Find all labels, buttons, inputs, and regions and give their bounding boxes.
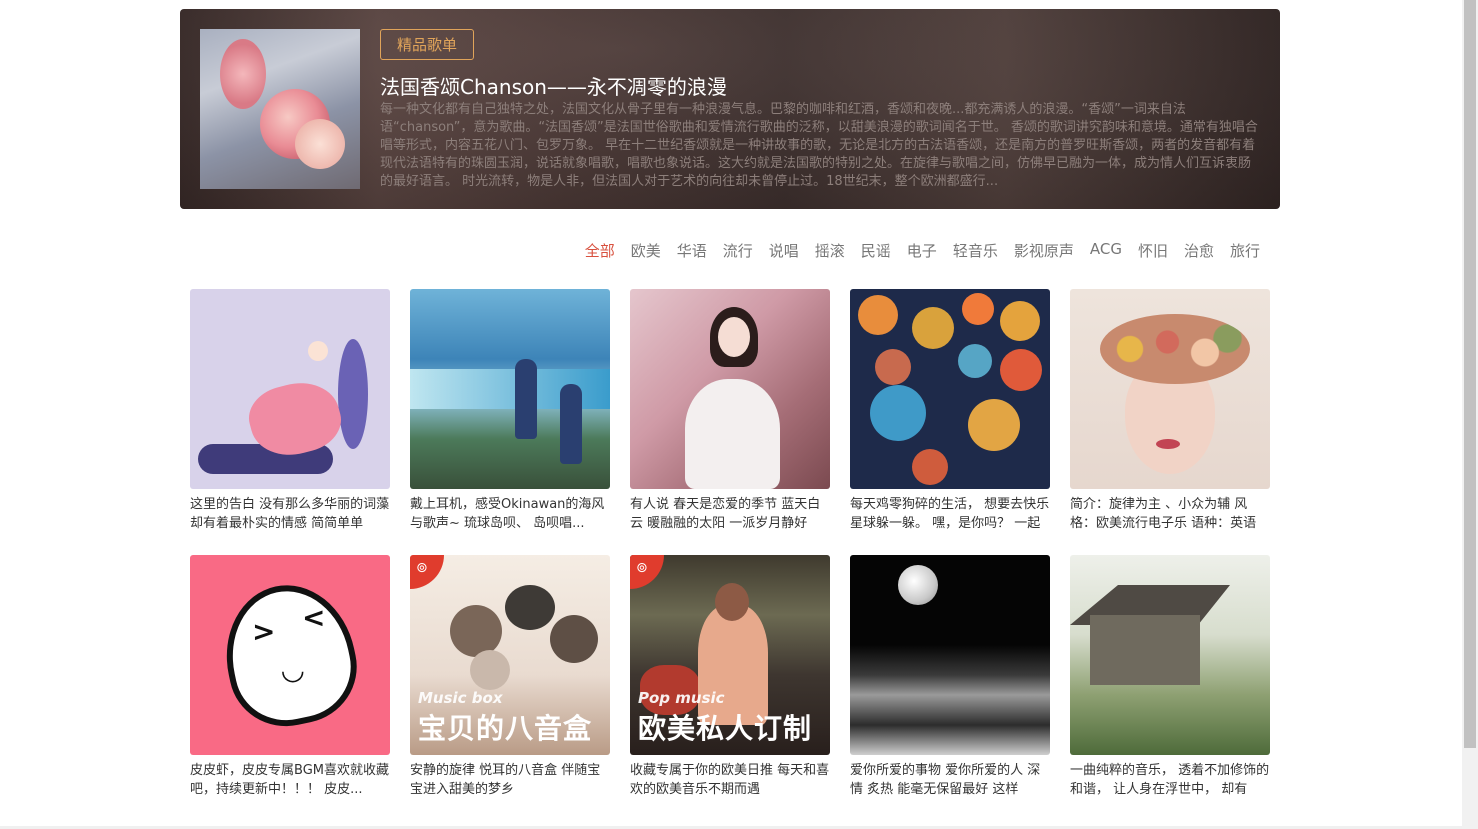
playlist-card[interactable]: 每天鸡零狗碎的生活， 想要去快乐星球躲一躲。 嘿，是你吗？ 一起 bbox=[850, 289, 1050, 533]
tab-soundtrack[interactable]: 影视原声 bbox=[1014, 240, 1074, 261]
featured-playlist-description: 每一种文化都有自己独特之处，法国文化从骨子里有一种浪漫气息。巴黎的咖啡和红酒，香… bbox=[380, 102, 1258, 189]
playlist-card[interactable]: 简介：旋律为主 、小众为辅 风格：欧美流行电子乐 语种：英语 bbox=[1070, 289, 1270, 533]
featured-playlist-cover[interactable] bbox=[200, 29, 360, 189]
playlist-cover[interactable] bbox=[1070, 555, 1270, 755]
playlist-title[interactable]: 简介：旋律为主 、小众为辅 风格：欧美流行电子乐 语种：英语 bbox=[1070, 495, 1270, 533]
playlist-cover[interactable] bbox=[410, 289, 610, 489]
featured-playlist-title: 法国香颂Chanson——永不凋零的浪漫 bbox=[380, 75, 727, 99]
playlist-card[interactable]: ⊚ Pop music 欧美私人订制 收藏专属于你的欧美日推 每天和喜欢的欧美音… bbox=[630, 555, 830, 799]
category-tabs: 全部 欧美 华语 流行 说唱 摇滚 民谣 电子 轻音乐 影视原声 ACG 怀旧 … bbox=[585, 240, 1260, 261]
tab-rap[interactable]: 说唱 bbox=[769, 240, 799, 261]
playlist-cover[interactable] bbox=[190, 289, 390, 489]
tab-healing[interactable]: 治愈 bbox=[1184, 240, 1214, 261]
playlist-cover[interactable]: ⊚ Music box 宝贝的八音盒 bbox=[410, 555, 610, 755]
tab-western[interactable]: 欧美 bbox=[631, 240, 661, 261]
playlist-cover[interactable] bbox=[850, 555, 1050, 755]
playlist-grid: 这里的告白 没有那么多华丽的词藻 却有着最朴实的情感 简简单单 戴上耳机，感受O… bbox=[190, 289, 1270, 799]
playlist-title[interactable]: 皮皮虾，皮皮专属BGM喜欢就收藏吧，持续更新中！！！ 皮皮... bbox=[190, 761, 390, 799]
page: 精品歌单 法国香颂Chanson——永不凋零的浪漫 每一种文化都有自己独特之处，… bbox=[0, 0, 1478, 829]
playlist-cover[interactable] bbox=[850, 289, 1050, 489]
cover-overlay-title: Music box 宝贝的八音盒 bbox=[418, 689, 592, 747]
playlist-title[interactable]: 有人说 春天是恋爱的季节 蓝天白云 暖融融的太阳 一派岁月静好 bbox=[630, 495, 830, 533]
cover-overlay-en: Music box bbox=[418, 689, 503, 707]
playlist-cover[interactable]: ⊚ Pop music 欧美私人订制 bbox=[630, 555, 830, 755]
playlist-cover[interactable]: > < ◡ bbox=[190, 555, 390, 755]
tab-chinese[interactable]: 华语 bbox=[677, 240, 707, 261]
tab-nostalgia[interactable]: 怀旧 bbox=[1138, 240, 1168, 261]
cover-overlay-zh: 宝贝的八音盒 bbox=[418, 712, 593, 745]
playlist-card[interactable]: 这里的告白 没有那么多华丽的词藻 却有着最朴实的情感 简简单单 bbox=[190, 289, 390, 533]
tab-folk[interactable]: 民谣 bbox=[861, 240, 891, 261]
playlist-card[interactable]: 爱你所爱的事物 爱你所爱的人 深情 炙热 能毫无保留最好 这样 bbox=[850, 555, 1050, 799]
tab-travel[interactable]: 旅行 bbox=[1230, 240, 1260, 261]
playlist-card[interactable]: ⊚ Music box 宝贝的八音盒 安静的旋律 悦耳的八音盒 伴随宝宝进入甜美… bbox=[410, 555, 610, 799]
playlist-title[interactable]: 收藏专属于你的欧美日推 每天和喜欢的欧美音乐不期而遇 bbox=[630, 761, 830, 799]
cover-overlay-zh: 欧美私人订制 bbox=[638, 712, 813, 745]
playlist-cover[interactable] bbox=[1070, 289, 1270, 489]
tab-pop[interactable]: 流行 bbox=[723, 240, 753, 261]
tab-all[interactable]: 全部 bbox=[585, 240, 615, 261]
tab-rock[interactable]: 摇滚 bbox=[815, 240, 845, 261]
cover-overlay-en: Pop music bbox=[638, 689, 725, 707]
playlist-card[interactable]: 一曲纯粹的音乐， 透着不加修饰的和谐， 让人身在浮世中， 却有 bbox=[1070, 555, 1270, 799]
premium-playlist-tag[interactable]: 精品歌单 bbox=[380, 29, 475, 60]
scrollbar-thumb[interactable] bbox=[1464, 0, 1476, 748]
playlist-title[interactable]: 戴上耳机，感受Okinawan的海风与歌声~ 琉球岛呗、 岛呗唱... bbox=[410, 495, 610, 533]
playlist-cover[interactable] bbox=[630, 289, 830, 489]
playlist-title[interactable]: 安静的旋律 悦耳的八音盒 伴随宝宝进入甜美的梦乡 bbox=[410, 761, 610, 799]
tab-acg[interactable]: ACG bbox=[1090, 240, 1122, 261]
playlist-card[interactable]: 有人说 春天是恋爱的季节 蓝天白云 暖融融的太阳 一派岁月静好 bbox=[630, 289, 830, 533]
featured-playlist-banner[interactable]: 精品歌单 法国香颂Chanson——永不凋零的浪漫 每一种文化都有自己独特之处，… bbox=[180, 9, 1280, 209]
playlist-title[interactable]: 爱你所爱的事物 爱你所爱的人 深情 炙热 能毫无保留最好 这样 bbox=[850, 761, 1050, 799]
tab-electronic[interactable]: 电子 bbox=[907, 240, 937, 261]
cover-overlay-title: Pop music 欧美私人订制 bbox=[638, 689, 812, 747]
vertical-scrollbar[interactable] bbox=[1462, 0, 1478, 829]
netease-logo-icon: ⊚ bbox=[630, 555, 664, 589]
netease-logo-icon: ⊚ bbox=[410, 555, 444, 589]
playlist-title[interactable]: 一曲纯粹的音乐， 透着不加修饰的和谐， 让人身在浮世中， 却有 bbox=[1070, 761, 1270, 799]
playlist-card[interactable]: 戴上耳机，感受Okinawan的海风与歌声~ 琉球岛呗、 岛呗唱... bbox=[410, 289, 610, 533]
playlist-title[interactable]: 每天鸡零狗碎的生活， 想要去快乐星球躲一躲。 嘿，是你吗？ 一起 bbox=[850, 495, 1050, 533]
playlist-title[interactable]: 这里的告白 没有那么多华丽的词藻 却有着最朴实的情感 简简单单 bbox=[190, 495, 390, 533]
playlist-card[interactable]: > < ◡ 皮皮虾，皮皮专属BGM喜欢就收藏吧，持续更新中！！！ 皮皮... bbox=[190, 555, 390, 799]
tab-light-music[interactable]: 轻音乐 bbox=[953, 240, 998, 261]
